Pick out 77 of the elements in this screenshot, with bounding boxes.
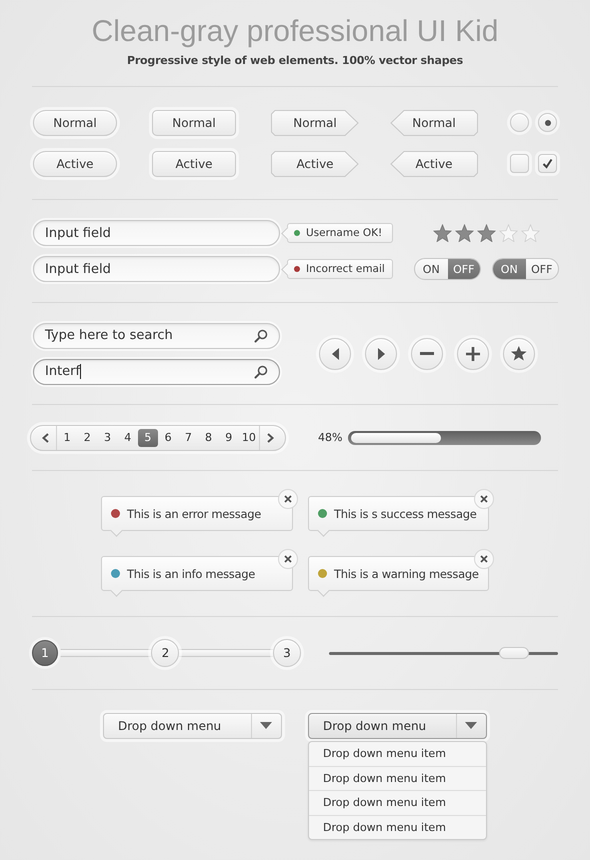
menu-item[interactable]: Drop down menu item bbox=[309, 814, 486, 839]
close-icon bbox=[284, 555, 292, 563]
minus-icon bbox=[420, 352, 434, 355]
message-text: This is an error message bbox=[127, 506, 261, 520]
dropdown-button[interactable]: Drop down menu bbox=[103, 713, 282, 739]
check-icon bbox=[542, 158, 553, 169]
step-circle[interactable]: 3 bbox=[272, 639, 301, 667]
text-cursor bbox=[80, 364, 82, 379]
star-icon[interactable] bbox=[433, 224, 452, 242]
message-text: This is s success message bbox=[334, 506, 476, 520]
plus-button[interactable] bbox=[457, 338, 489, 370]
radio-button[interactable] bbox=[538, 113, 557, 132]
page-link[interactable]: 5 bbox=[138, 428, 158, 446]
checkbox[interactable] bbox=[510, 154, 529, 173]
dropdown-button[interactable]: Drop down menu bbox=[308, 713, 487, 739]
input-field[interactable]: Input field bbox=[33, 256, 280, 282]
menu-item[interactable]: Drop down menu item bbox=[309, 790, 486, 814]
left-triangle-icon bbox=[332, 348, 338, 360]
search-field[interactable]: Interf bbox=[33, 358, 280, 384]
search-field[interactable]: Type here to search bbox=[33, 322, 280, 348]
slider-thumb[interactable] bbox=[499, 646, 530, 658]
on-off-switch[interactable]: ON OFF bbox=[414, 258, 481, 280]
input-field[interactable]: Input field bbox=[33, 220, 280, 246]
previous-button[interactable] bbox=[319, 338, 351, 370]
page-link[interactable]: 10 bbox=[238, 428, 260, 446]
message-text: This is a warning message bbox=[334, 566, 479, 580]
progress-reading: 48% bbox=[318, 431, 342, 444]
button[interactable]: Normal bbox=[152, 110, 236, 136]
caret-icon bbox=[260, 722, 272, 730]
star-icon bbox=[511, 346, 527, 361]
page-subtitle: Progressive style of web elements. 100% vector shapes bbox=[126, 54, 464, 67]
star-icon[interactable] bbox=[477, 224, 496, 242]
menu-item[interactable]: Drop down menu item bbox=[309, 766, 486, 790]
chevron-right-icon bbox=[266, 432, 276, 442]
star-button[interactable] bbox=[503, 338, 535, 370]
close-button[interactable] bbox=[278, 489, 298, 509]
button[interactable]: Normal bbox=[33, 110, 117, 136]
step-circle[interactable]: 2 bbox=[151, 639, 180, 667]
radio-dot bbox=[544, 120, 550, 126]
close-button[interactable] bbox=[474, 549, 494, 569]
radio-button[interactable] bbox=[510, 113, 529, 132]
button[interactable]: Normal bbox=[390, 110, 478, 136]
button[interactable]: Active bbox=[152, 150, 236, 176]
close-button[interactable] bbox=[474, 489, 494, 509]
button[interactable]: Active bbox=[33, 150, 117, 176]
button[interactable]: Normal bbox=[271, 110, 359, 136]
close-icon bbox=[284, 495, 292, 503]
star-icon[interactable] bbox=[455, 224, 474, 242]
right-triangle-icon bbox=[378, 348, 384, 360]
page-link[interactable]: 7 bbox=[178, 428, 198, 446]
search-icon[interactable] bbox=[254, 364, 268, 378]
menu-item[interactable]: Drop down menu item bbox=[309, 742, 486, 766]
page-link[interactable]: 3 bbox=[97, 428, 118, 446]
minus-button[interactable] bbox=[411, 338, 443, 370]
step-circle[interactable]: 1 bbox=[32, 640, 58, 666]
page-title: Clean-gray professional UI Kid bbox=[92, 14, 498, 50]
page-link[interactable]: 6 bbox=[158, 428, 178, 446]
close-icon bbox=[480, 555, 488, 563]
button[interactable]: Active bbox=[390, 150, 478, 176]
status-text: Incorrect email bbox=[306, 263, 385, 275]
caret-icon bbox=[465, 722, 477, 730]
plus-icon bbox=[466, 346, 480, 360]
next-button[interactable] bbox=[365, 338, 397, 370]
status-text: Username OK! bbox=[306, 227, 382, 239]
page-link[interactable]: 9 bbox=[218, 428, 239, 446]
message-text: This is an info message bbox=[127, 566, 255, 580]
checkbox[interactable] bbox=[538, 154, 557, 173]
close-button[interactable] bbox=[278, 549, 298, 569]
on-off-switch[interactable]: ON OFF bbox=[492, 258, 559, 280]
page-link[interactable]: 8 bbox=[198, 428, 219, 446]
page-link[interactable]: 2 bbox=[77, 428, 98, 446]
search-icon[interactable] bbox=[254, 328, 268, 342]
close-icon bbox=[480, 495, 488, 503]
page-link[interactable]: 4 bbox=[118, 428, 138, 446]
button[interactable]: Active bbox=[271, 150, 359, 176]
page-link[interactable]: 1 bbox=[57, 428, 78, 446]
chevron-left-icon bbox=[41, 432, 50, 442]
